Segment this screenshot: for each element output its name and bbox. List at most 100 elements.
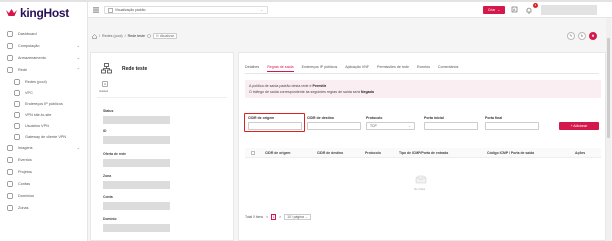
sidebar-nav: Dashboard Computação ⌄ Armazenamento ⌄ Rede ⌃ R… xyxy=(0,28,88,214)
sidebar-item[interactable]: Endereços IP públicos xyxy=(0,98,88,109)
edit-icon: ✎ xyxy=(569,34,573,38)
add-button[interactable]: + Adicionar xyxy=(559,122,599,130)
translate-icon[interactable]: A xyxy=(511,6,519,14)
sidebar-item[interactable]: Domínios xyxy=(0,190,88,202)
sidebar-item-label: Computação xyxy=(18,44,40,48)
select-all-checkbox[interactable] xyxy=(251,151,255,155)
scrollbar-thumb[interactable] xyxy=(607,38,610,138)
field-value xyxy=(103,224,170,232)
sidebar-item-label: Rede xyxy=(18,68,28,72)
breadcrumb-current: Rede teste xyxy=(127,34,145,38)
sidebar-item[interactable]: Projetos xyxy=(0,166,88,178)
sidebar-item[interactable]: VPC xyxy=(0,87,88,98)
refresh-button-label: Atualizar xyxy=(159,34,174,38)
chevron-down-icon: ⌄ xyxy=(304,215,308,219)
sidebar-item[interactable]: Contas xyxy=(0,178,88,190)
help-icon[interactable] xyxy=(147,34,151,38)
tabs-divider xyxy=(245,73,599,74)
delete-button[interactable]: ✖ xyxy=(589,32,597,40)
sidebar-item-label: Gateway de cliente VPN xyxy=(25,134,67,139)
chevron-down-icon: ⌄ xyxy=(497,8,501,12)
sidebar-item[interactable]: Dashboard xyxy=(0,28,88,40)
breadcrumb-parent[interactable]: Redes (pool) xyxy=(102,34,123,38)
delete-icon: ✖ xyxy=(591,34,595,38)
sidebar-item[interactable]: Imagens ⌄ xyxy=(0,142,88,154)
project-icon xyxy=(108,7,113,13)
sidebar-item[interactable]: Armazenamento ⌄ xyxy=(0,52,88,64)
calendar-icon xyxy=(6,157,13,164)
protocol-select[interactable]: TCP ⌄ xyxy=(366,122,415,130)
vpn-icon xyxy=(13,111,20,118)
sidebar-item[interactable]: Redes (pool) xyxy=(0,76,88,87)
tab[interactable]: Detalhes xyxy=(245,65,259,72)
chevron-icon: ⌄ xyxy=(76,55,80,60)
logo[interactable]: kingHost xyxy=(5,6,69,20)
cidr-dest-input[interactable] xyxy=(307,122,361,130)
refresh-button[interactable]: ↻ Atualizar xyxy=(152,33,177,39)
sidebar-item[interactable]: Gateway de cliente VPN xyxy=(0,131,88,142)
page-size-value: 10 / página xyxy=(287,215,304,219)
empty-box-icon xyxy=(415,175,427,184)
project-selector[interactable]: Visualização padrão ⌄ xyxy=(104,6,268,14)
cidr-dest-label: CIDR de destino xyxy=(307,116,335,120)
field-value xyxy=(103,181,170,189)
sidebar-item[interactable]: Usuários VPN xyxy=(0,120,88,131)
col-cidr-origin: CIDR de origem xyxy=(265,151,291,155)
tab[interactable]: Regras de saída xyxy=(267,65,294,72)
next-page-button[interactable]: > xyxy=(279,215,281,219)
globe-icon xyxy=(6,205,13,212)
port-start-label: Porta inicial xyxy=(424,116,444,120)
sidebar: kingHost Dashboard Computação ⌄ Armazenamen… xyxy=(0,2,88,241)
edit-button[interactable]: ✎ xyxy=(567,32,575,40)
create-button-label: Criar xyxy=(487,8,496,12)
sidebar-item-label: VPC xyxy=(25,90,33,95)
pool-icon xyxy=(13,78,20,85)
field-label: Conta xyxy=(103,195,113,199)
menu-icon[interactable] xyxy=(93,7,99,13)
empty-text: No Data xyxy=(414,187,426,191)
tab[interactable]: Permissões de rede xyxy=(377,65,409,72)
sidebar-item-label: Domínios xyxy=(18,194,35,198)
sidebar-item-label: Zonas xyxy=(18,206,29,210)
sidebar-item[interactable]: Zonas xyxy=(0,202,88,214)
total-count: Total 0 itens xyxy=(245,215,264,219)
tab[interactable]: Comentários xyxy=(438,65,458,72)
sidebar-item[interactable]: Computação ⌄ xyxy=(0,40,88,52)
tab[interactable]: Aplicação VNF xyxy=(345,65,369,72)
bell-icon[interactable] xyxy=(525,6,533,14)
svg-text:A: A xyxy=(513,8,516,12)
user-menu[interactable] xyxy=(541,5,597,15)
policy-line1-value: Permitir xyxy=(312,84,327,88)
create-button[interactable]: Criar ⌄ xyxy=(483,6,505,14)
isolated-icon: ⊟ xyxy=(102,81,108,87)
tab[interactable]: Eventos xyxy=(417,65,430,72)
policy-line1: A política de saída padrão desta rede é xyxy=(249,84,312,88)
sidebar-item-label: VPN site-to-site xyxy=(25,112,52,117)
image-icon xyxy=(6,145,13,152)
col-cidr-dest: CIDR de destino xyxy=(317,151,344,155)
current-page[interactable]: 1 xyxy=(271,214,277,220)
col-protocol: Protocolo xyxy=(365,151,381,155)
policy-info: A política de saída padrão desta rede é … xyxy=(245,80,601,98)
cloud-icon xyxy=(6,43,13,50)
vpc-icon xyxy=(13,89,20,96)
tabs: Detalhes Regras de saída Endereços IP públ… xyxy=(245,65,458,72)
port-start-input[interactable] xyxy=(424,122,478,130)
port-end-input[interactable] xyxy=(485,122,539,130)
sidebar-item[interactable]: Rede ⌃ xyxy=(0,64,88,76)
field-value xyxy=(103,159,170,167)
page-size-select[interactable]: 10 / página ⌄ xyxy=(284,214,311,220)
tab[interactable]: Endereços IP públicos xyxy=(302,65,338,72)
sidebar-item[interactable]: VPN site-to-site xyxy=(0,109,88,120)
sidebar-item-label: Dashboard xyxy=(18,32,37,36)
breadcrumb-separator: / xyxy=(124,34,126,38)
network-icon xyxy=(6,67,13,74)
field-label: Zona xyxy=(103,174,112,178)
page-scrollbar[interactable] xyxy=(606,18,611,241)
sidebar-item[interactable]: Eventos xyxy=(0,154,88,166)
home-icon[interactable] xyxy=(92,33,97,39)
restart-button[interactable]: ↻ xyxy=(578,32,586,40)
restart-icon: ↻ xyxy=(580,34,584,38)
chevron-icon: ⌃ xyxy=(76,67,80,72)
prev-page-button[interactable]: < xyxy=(266,215,268,219)
